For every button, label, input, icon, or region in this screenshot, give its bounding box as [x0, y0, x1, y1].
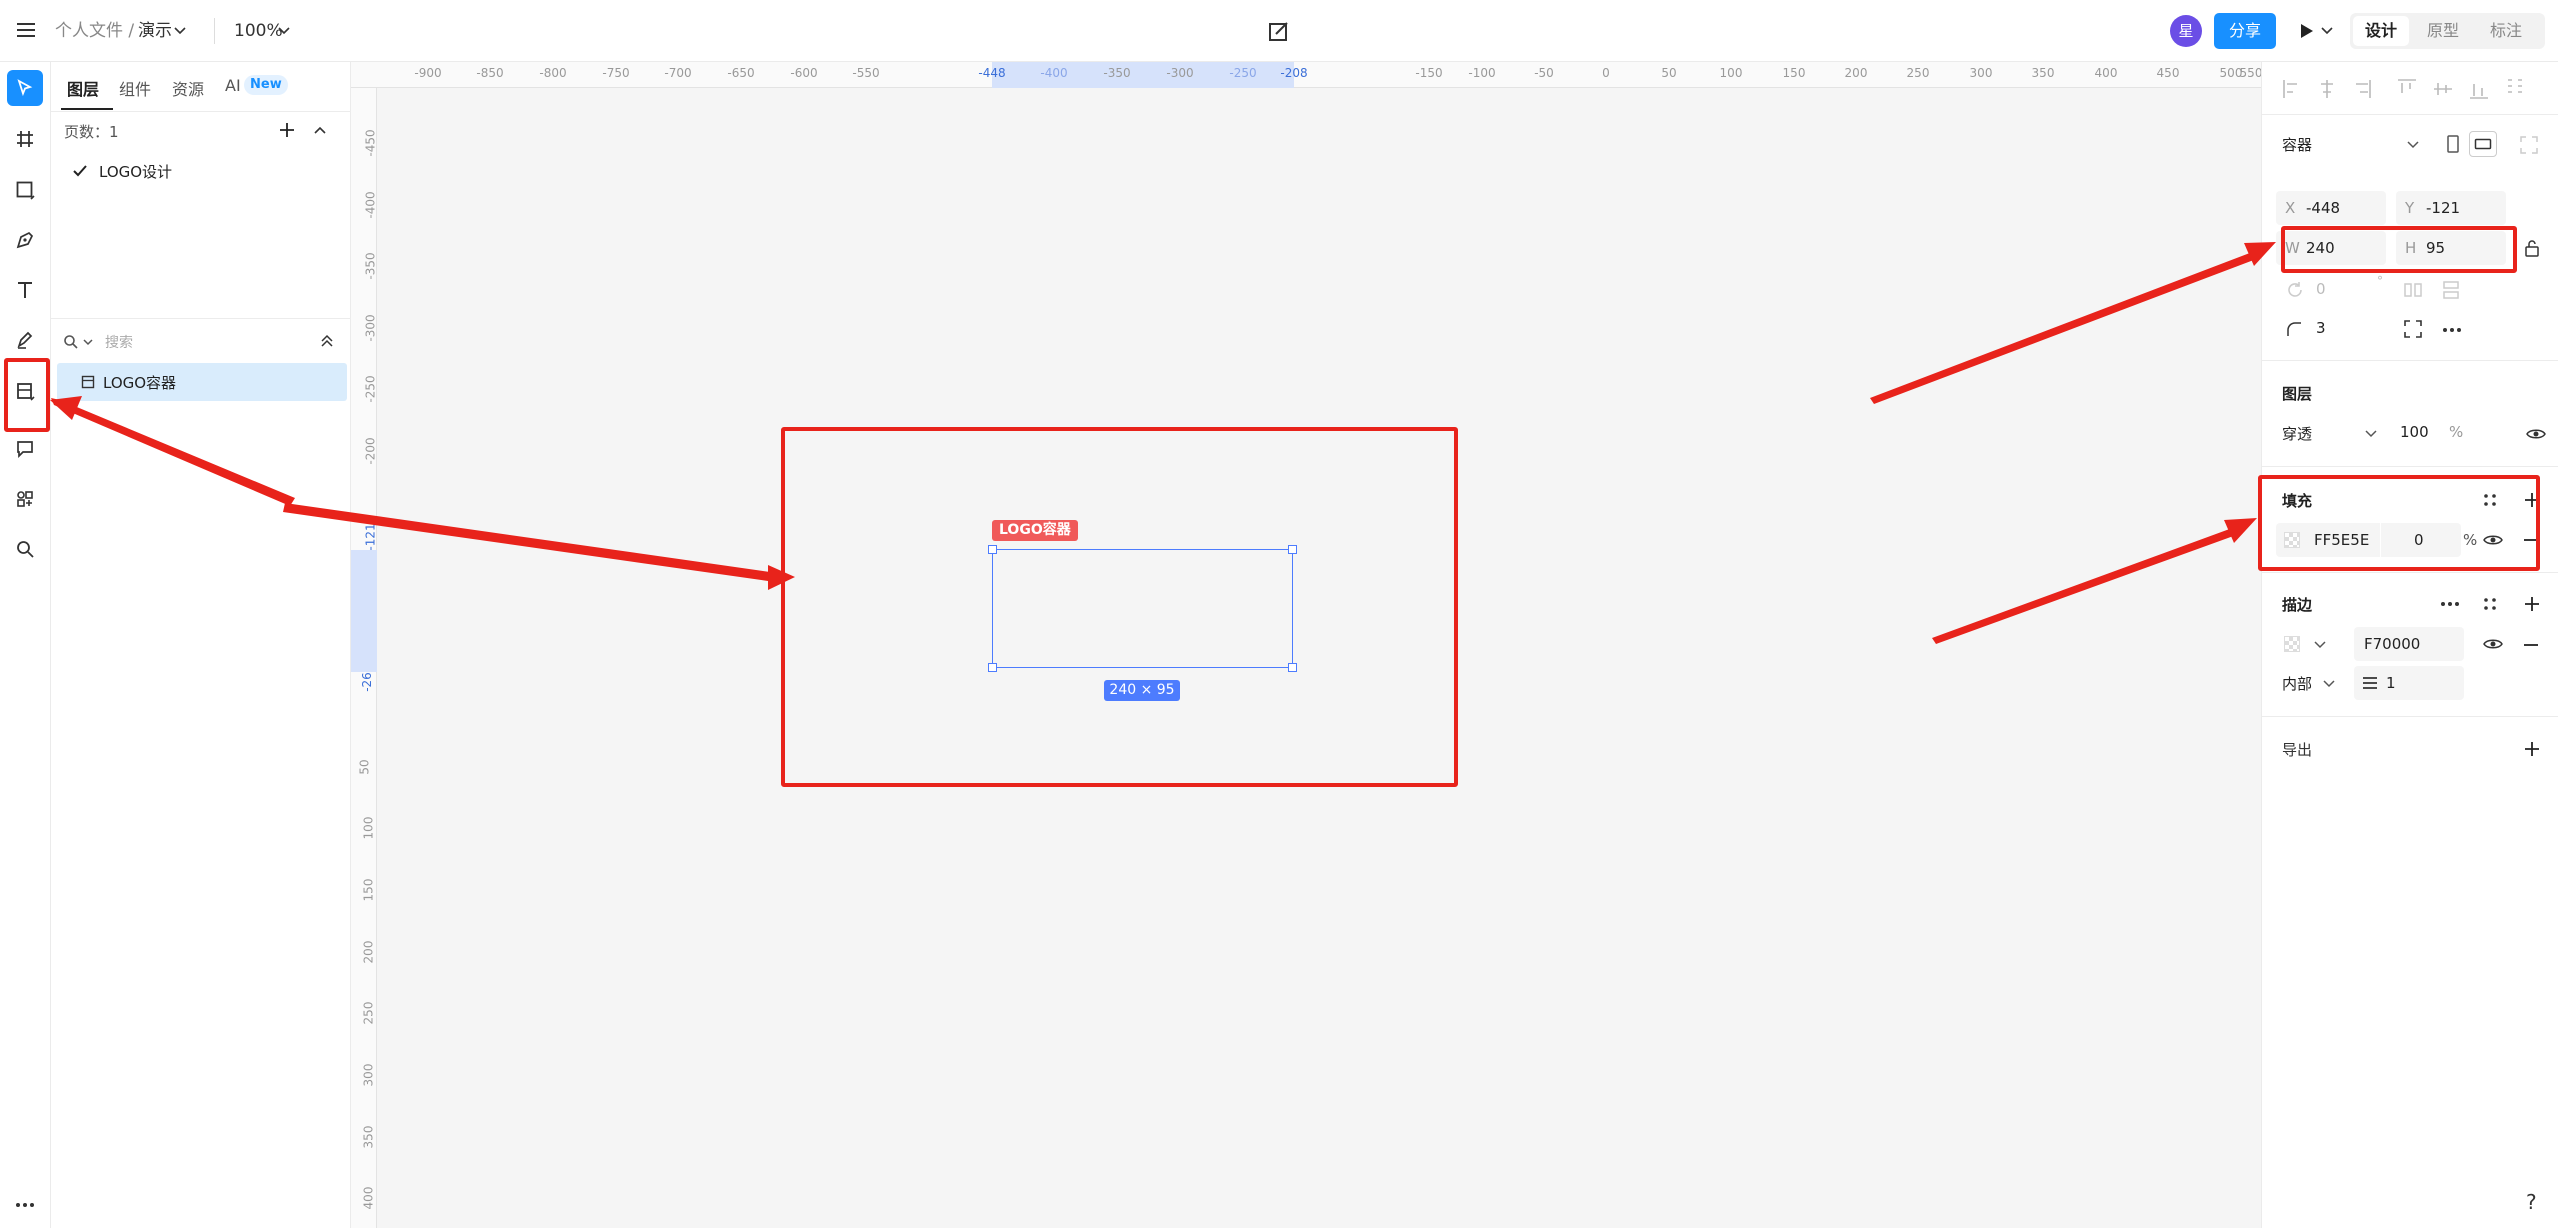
- annotation-arrows: [50, 242, 2276, 644]
- app-window: 个人文件 / 演示 100% 星 分享 设计 原型 标注 图层 组件 资源 AI…: [0, 0, 2558, 1228]
